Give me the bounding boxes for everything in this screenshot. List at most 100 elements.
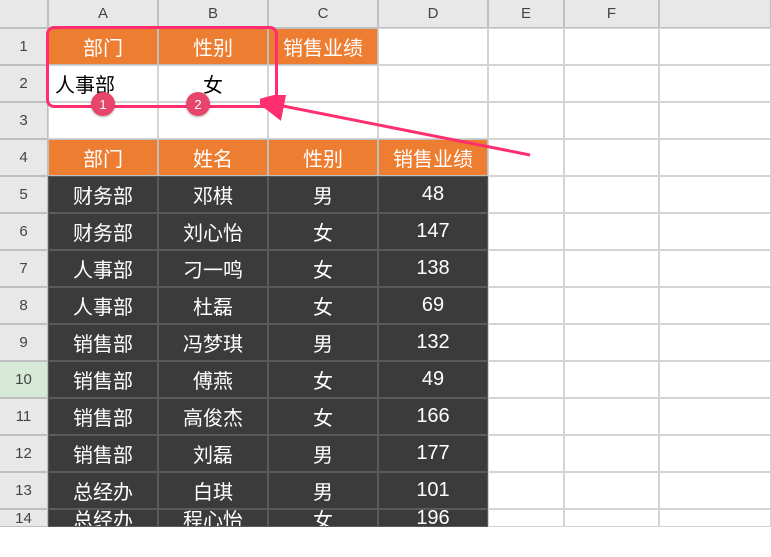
table-cell[interactable]: 女 — [268, 287, 378, 324]
table-cell[interactable]: 男 — [268, 472, 378, 509]
table-cell[interactable]: 刁一鸣 — [158, 250, 268, 287]
column-header-F[interactable]: F — [564, 0, 659, 28]
row-header-9[interactable]: 9 — [0, 324, 48, 361]
cell-F13[interactable] — [564, 472, 659, 509]
cell-F2[interactable] — [564, 65, 659, 102]
column-header-B[interactable]: B — [158, 0, 268, 28]
cell-4[interactable] — [659, 139, 771, 176]
table-header-2[interactable]: 性别 — [268, 139, 378, 176]
table-cell[interactable]: 刘磊 — [158, 435, 268, 472]
table-cell[interactable]: 销售部 — [48, 324, 158, 361]
row-header-7[interactable]: 7 — [0, 250, 48, 287]
row-header-11[interactable]: 11 — [0, 398, 48, 435]
cell-F11[interactable] — [564, 398, 659, 435]
cell-F7[interactable] — [564, 250, 659, 287]
cell-8[interactable] — [659, 287, 771, 324]
cell-F12[interactable] — [564, 435, 659, 472]
row-header-3[interactable]: 3 — [0, 102, 48, 139]
row-header-4[interactable]: 4 — [0, 139, 48, 176]
criteria-header-0[interactable]: 部门 — [48, 28, 158, 65]
cell-14[interactable] — [659, 509, 771, 527]
table-cell[interactable]: 销售部 — [48, 435, 158, 472]
cell-D1[interactable] — [378, 28, 488, 65]
table-cell[interactable]: 白琪 — [158, 472, 268, 509]
table-cell[interactable]: 财务部 — [48, 213, 158, 250]
column-header-blank[interactable] — [659, 0, 771, 28]
cell-1[interactable] — [659, 28, 771, 65]
cell-F1[interactable] — [564, 28, 659, 65]
cell-5[interactable] — [659, 176, 771, 213]
criteria-header-2[interactable]: 销售业绩 — [268, 28, 378, 65]
table-cell[interactable]: 49 — [378, 361, 488, 398]
table-cell[interactable]: 女 — [268, 398, 378, 435]
table-cell[interactable]: 138 — [378, 250, 488, 287]
table-cell[interactable]: 邓棋 — [158, 176, 268, 213]
table-cell[interactable]: 人事部 — [48, 287, 158, 324]
table-cell[interactable]: 147 — [378, 213, 488, 250]
table-cell[interactable]: 女 — [268, 213, 378, 250]
cell-E7[interactable] — [488, 250, 564, 287]
cell-E12[interactable] — [488, 435, 564, 472]
cell-3[interactable] — [659, 102, 771, 139]
criteria-cell-1[interactable]: 女 — [158, 65, 268, 102]
row-header-5[interactable]: 5 — [0, 176, 48, 213]
cell-E5[interactable] — [488, 176, 564, 213]
column-header-C[interactable]: C — [268, 0, 378, 28]
row-header-12[interactable]: 12 — [0, 435, 48, 472]
cell-F3[interactable] — [564, 102, 659, 139]
cell-E11[interactable] — [488, 398, 564, 435]
cell-F14[interactable] — [564, 509, 659, 527]
table-cell[interactable]: 傅燕 — [158, 361, 268, 398]
table-cell[interactable]: 刘心怡 — [158, 213, 268, 250]
table-header-1[interactable]: 姓名 — [158, 139, 268, 176]
table-cell[interactable]: 高俊杰 — [158, 398, 268, 435]
cell-E10[interactable] — [488, 361, 564, 398]
table-cell[interactable]: 男 — [268, 324, 378, 361]
row-header-10[interactable]: 10 — [0, 361, 48, 398]
cell-E13[interactable] — [488, 472, 564, 509]
table-cell[interactable]: 销售部 — [48, 398, 158, 435]
cell-E14[interactable] — [488, 509, 564, 527]
cell-11[interactable] — [659, 398, 771, 435]
column-header-A[interactable]: A — [48, 0, 158, 28]
cell-E2[interactable] — [488, 65, 564, 102]
cell-E1[interactable] — [488, 28, 564, 65]
table-cell[interactable]: 总经办 — [48, 509, 158, 527]
cell-F9[interactable] — [564, 324, 659, 361]
table-cell[interactable]: 杜磊 — [158, 287, 268, 324]
row-header-6[interactable]: 6 — [0, 213, 48, 250]
select-all-corner[interactable] — [0, 0, 48, 28]
table-cell[interactable]: 销售部 — [48, 361, 158, 398]
table-cell[interactable]: 48 — [378, 176, 488, 213]
table-cell[interactable]: 132 — [378, 324, 488, 361]
cell-F5[interactable] — [564, 176, 659, 213]
table-cell[interactable]: 196 — [378, 509, 488, 527]
cell-D2[interactable] — [378, 65, 488, 102]
cell-13[interactable] — [659, 472, 771, 509]
cell-9[interactable] — [659, 324, 771, 361]
cell-E4[interactable] — [488, 139, 564, 176]
table-header-3[interactable]: 销售业绩 — [378, 139, 488, 176]
cell-B3[interactable] — [158, 102, 268, 139]
table-cell[interactable]: 财务部 — [48, 176, 158, 213]
criteria-cell-2[interactable] — [268, 65, 378, 102]
table-cell[interactable]: 166 — [378, 398, 488, 435]
table-header-0[interactable]: 部门 — [48, 139, 158, 176]
criteria-header-1[interactable]: 性别 — [158, 28, 268, 65]
cell-12[interactable] — [659, 435, 771, 472]
table-cell[interactable]: 冯梦琪 — [158, 324, 268, 361]
table-cell[interactable]: 69 — [378, 287, 488, 324]
row-header-14[interactable]: 14 — [0, 509, 48, 527]
table-cell[interactable]: 程心怡 — [158, 509, 268, 527]
table-cell[interactable]: 人事部 — [48, 250, 158, 287]
table-cell[interactable]: 177 — [378, 435, 488, 472]
table-cell[interactable]: 女 — [268, 509, 378, 527]
cell-E8[interactable] — [488, 287, 564, 324]
column-header-D[interactable]: D — [378, 0, 488, 28]
cell-F10[interactable] — [564, 361, 659, 398]
cell-F4[interactable] — [564, 139, 659, 176]
cell-D3[interactable] — [378, 102, 488, 139]
row-header-8[interactable]: 8 — [0, 287, 48, 324]
cell-F6[interactable] — [564, 213, 659, 250]
cell-2[interactable] — [659, 65, 771, 102]
